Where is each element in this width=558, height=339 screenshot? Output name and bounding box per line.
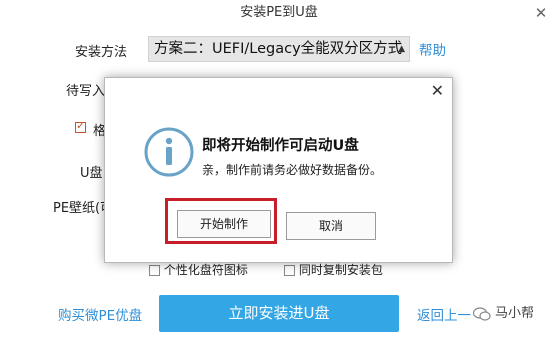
cancel-button[interactable]: 取消 bbox=[286, 212, 376, 240]
watermark: 马小帮 bbox=[473, 302, 534, 321]
personalize-option[interactable]: 个性化盘符图标 bbox=[149, 261, 248, 278]
format-checkbox[interactable] bbox=[75, 119, 86, 133]
method-select[interactable]: 方案二：UEFI/Legacy全能双分区方式 ▲▼ bbox=[148, 36, 410, 62]
copy-installer-checkbox[interactable] bbox=[284, 265, 295, 276]
method-label: 安装方法 bbox=[75, 45, 128, 60]
dropdown-arrow-icon: ▲▼ bbox=[398, 44, 405, 54]
dialog-message: 亲，制作前请务必做好数据备份。 bbox=[202, 163, 383, 177]
watermark-text: 马小帮 bbox=[495, 306, 535, 321]
window-title: 安装PE到U盘 bbox=[240, 5, 318, 20]
copy-installer-option[interactable]: 同时复制安装包 bbox=[284, 261, 383, 278]
dialog-close-icon[interactable]: ✕ bbox=[431, 82, 444, 100]
dialog-title: 即将开始制作可启动U盘 bbox=[202, 138, 359, 154]
confirm-dialog: ✕ 即将开始制作可启动U盘 亲，制作前请务必做好数据备份。 开始制作 取消 bbox=[104, 77, 453, 263]
buy-usb-link[interactable]: 购买微PE优盘 bbox=[58, 304, 142, 324]
back-link[interactable]: 返回上一 bbox=[417, 304, 471, 324]
copy-installer-label: 同时复制安装包 bbox=[298, 263, 383, 277]
personalize-checkbox[interactable] bbox=[149, 265, 160, 276]
info-icon bbox=[144, 127, 194, 177]
pending-label: 待写入 bbox=[66, 84, 106, 99]
udisk-label: U盘 bbox=[80, 166, 103, 181]
start-button[interactable]: 开始制作 bbox=[177, 210, 271, 238]
install-to-usb-button[interactable]: 立即安装进U盘 bbox=[159, 295, 399, 332]
window-close-icon[interactable]: ✕ bbox=[531, 3, 551, 23]
method-select-value: 方案二：UEFI/Legacy全能双分区方式 bbox=[154, 41, 403, 57]
help-link[interactable]: 帮助 bbox=[419, 39, 446, 59]
personalize-label: 个性化盘符图标 bbox=[163, 263, 248, 277]
wechat-icon bbox=[473, 306, 491, 321]
